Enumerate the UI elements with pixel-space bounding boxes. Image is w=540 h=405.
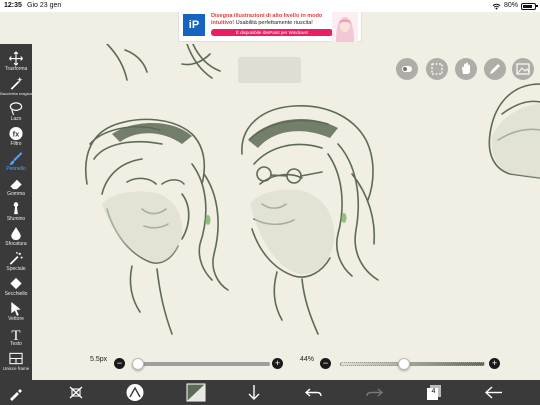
opacity-value: 44% — [300, 356, 315, 363]
selection-frame-button[interactable] — [426, 58, 448, 80]
redo-icon[interactable] — [364, 383, 384, 402]
brush-icon — [9, 152, 23, 166]
canvas-toggle-button[interactable] — [396, 58, 418, 80]
brush-size-handle[interactable] — [132, 358, 145, 370]
status-bar: 12:35 Gio 23 gen 80% — [0, 0, 540, 12]
move-arrows-icon — [9, 51, 23, 66]
status-date: Gio 23 gen — [27, 2, 62, 9]
ibispaint-logo: iP — [183, 14, 205, 36]
toggle-icon — [402, 66, 412, 72]
minus-icon: − — [322, 358, 329, 368]
tool-sfumino[interactable]: Sfumino — [0, 200, 32, 226]
tool-label: Trasforma — [4, 66, 28, 72]
drawing-canvas[interactable] — [32, 44, 540, 380]
opacity-handle[interactable] — [397, 358, 410, 370]
brush-preview-icon[interactable] — [124, 383, 146, 402]
tool-label: Unisce frame — [2, 366, 30, 371]
brush-size-slider[interactable] — [134, 362, 270, 366]
image-icon — [516, 63, 530, 75]
reference-image-button[interactable] — [512, 58, 534, 80]
sketch-artwork — [85, 44, 540, 335]
tool-label: Pennello — [6, 166, 26, 172]
opacity-slider[interactable] — [340, 362, 485, 366]
text-t-icon: T — [11, 328, 20, 341]
banner-text: Disegna illustrazioni di alto livello in… — [211, 13, 329, 27]
frame-icon — [9, 352, 23, 365]
status-time: 12:35 — [4, 2, 22, 9]
tool-label: Sfocatura — [5, 241, 27, 247]
tool-secchiello[interactable]: Secchiello — [0, 275, 32, 301]
tool-unisce-frame[interactable]: Unisce frame — [0, 350, 32, 374]
tool-lazo[interactable]: Lazo — [0, 100, 32, 126]
transform-tool-icon[interactable] — [66, 383, 86, 402]
pencil-icon — [490, 64, 500, 74]
color-swatch[interactable] — [186, 383, 206, 402]
brush-size-value: 5.5px — [90, 356, 108, 363]
tool-speciale[interactable]: Speciale — [0, 250, 32, 276]
svg-text:T: T — [11, 328, 20, 341]
tool-trasforma[interactable]: Trasforma — [0, 50, 32, 76]
opacity-increase-button[interactable]: + — [489, 358, 500, 369]
layer-count: 4 — [431, 388, 436, 395]
tool-label: Filtro — [10, 141, 22, 147]
banner-cta[interactable]: È disponibile ibisPaint per Windows! — [211, 29, 333, 36]
pen-mode-button[interactable] — [484, 58, 506, 80]
tool-gomma[interactable]: Gomma — [0, 175, 32, 201]
vector-cursor-icon — [11, 301, 21, 316]
tool-sfocatura[interactable]: Sfocatura — [0, 225, 32, 251]
tool-label: Testo — [10, 341, 22, 347]
back-arrow-icon[interactable] — [484, 383, 504, 402]
undo-icon[interactable] — [304, 383, 324, 402]
brush-size-increase-button[interactable]: + — [272, 358, 283, 369]
plus-icon: + — [274, 358, 281, 368]
tool-panel: Trasforma Bacchetta magica Lazo fx Filtr… — [0, 44, 32, 380]
tool-label: Speciale — [6, 266, 26, 272]
minus-icon: − — [116, 358, 123, 368]
ibispaint-app: 12:35 Gio 23 gen 80% iP Disegna illustra… — [0, 0, 540, 405]
tool-testo[interactable]: T Testo — [0, 325, 32, 351]
brush-size-decrease-button[interactable]: − — [114, 358, 125, 369]
tool-vettore[interactable]: Vettore — [0, 300, 32, 326]
bottom-toolbar: 4 — [0, 380, 540, 405]
smudge-icon — [13, 201, 19, 215]
banner-tagline: Usabilità perfettamente riuscita! — [235, 20, 313, 26]
tool-label: Vettore — [8, 316, 24, 322]
eyedropper-icon[interactable] — [6, 383, 26, 402]
plus-icon: + — [491, 358, 498, 368]
eraser-icon — [10, 179, 22, 190]
tool-pennello[interactable]: Pennello — [0, 150, 32, 176]
tool-label: Secchiello — [4, 291, 28, 297]
lasso-icon — [9, 102, 23, 116]
download-arrow-icon[interactable] — [244, 383, 264, 402]
tool-label: Gomma — [7, 191, 25, 197]
tool-filtro[interactable]: fx Filtro — [0, 125, 32, 151]
magic-wand-icon — [10, 76, 23, 90]
wifi-icon — [492, 3, 501, 10]
hand-icon — [462, 62, 470, 74]
status-right: 80% — [492, 0, 538, 12]
tool-bacchetta-magica[interactable]: Bacchetta magica — [0, 75, 32, 101]
canvas-move-button[interactable] — [455, 58, 477, 80]
selection-frame-icon — [431, 63, 443, 75]
bucket-icon — [10, 277, 22, 290]
tool-label: Sfumino — [6, 216, 26, 222]
opacity-decrease-button[interactable]: − — [320, 358, 331, 369]
blur-drop-icon — [11, 226, 21, 241]
battery-percent: 80% — [503, 2, 518, 9]
ad-banner[interactable]: iP Disegna illustrazioni di alto livello… — [178, 10, 362, 42]
banner-character-image — [332, 12, 358, 42]
special-wand-icon — [9, 252, 23, 265]
tool-label: Lazo — [10, 116, 22, 122]
layers-button[interactable]: 4 — [424, 383, 444, 402]
tool-label: Bacchetta magica — [0, 91, 32, 96]
battery-icon — [521, 2, 538, 10]
fx-filter-icon: fx — [9, 126, 23, 141]
svg-text:fx: fx — [13, 129, 20, 138]
